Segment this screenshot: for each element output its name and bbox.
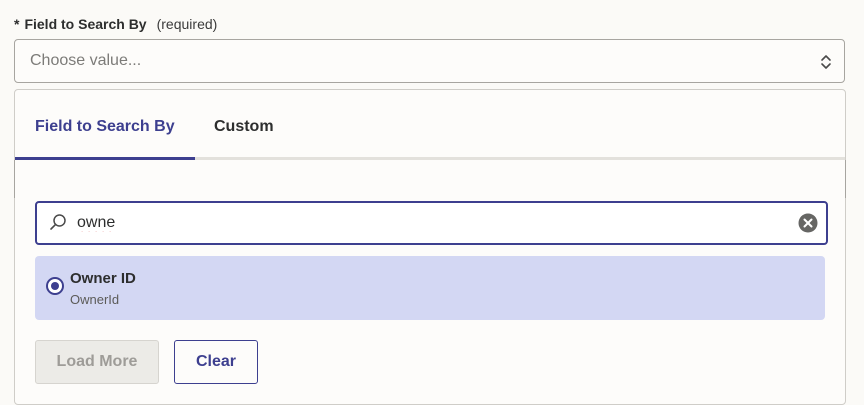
- field-select[interactable]: Choose value...: [14, 39, 845, 83]
- required-note: (required): [156, 16, 218, 32]
- radio-selected[interactable]: [46, 277, 64, 295]
- search-input[interactable]: [77, 203, 777, 243]
- select-placeholder: Choose value...: [30, 52, 142, 69]
- option-title: Owner ID: [70, 270, 136, 287]
- option-subtitle: OwnerId: [70, 292, 120, 307]
- tab-bar: Field to Search By Custom: [15, 90, 845, 160]
- option-owner-id[interactable]: Owner ID OwnerId: [35, 256, 825, 320]
- radio-dot: [51, 282, 59, 290]
- search-icon: [50, 214, 66, 230]
- field-label: Field to Search By: [24, 16, 147, 32]
- search-box[interactable]: [35, 201, 828, 245]
- active-tab-indicator: [15, 157, 195, 160]
- chevron-up-down-icon: [821, 55, 831, 69]
- clear-circle-icon[interactable]: [798, 213, 818, 233]
- tab-custom[interactable]: Custom: [214, 118, 274, 136]
- field-label-row: * Field to Search By (required): [14, 14, 217, 34]
- underlying-field-edge: [14, 160, 846, 198]
- load-more-button[interactable]: Load More: [35, 340, 159, 384]
- tab-field-to-search-by[interactable]: Field to Search By: [35, 118, 175, 136]
- dropdown-panel: Field to Search By Custom Owner ID Owner…: [14, 89, 846, 405]
- clear-button[interactable]: Clear: [174, 340, 258, 384]
- required-marker: *: [14, 16, 20, 32]
